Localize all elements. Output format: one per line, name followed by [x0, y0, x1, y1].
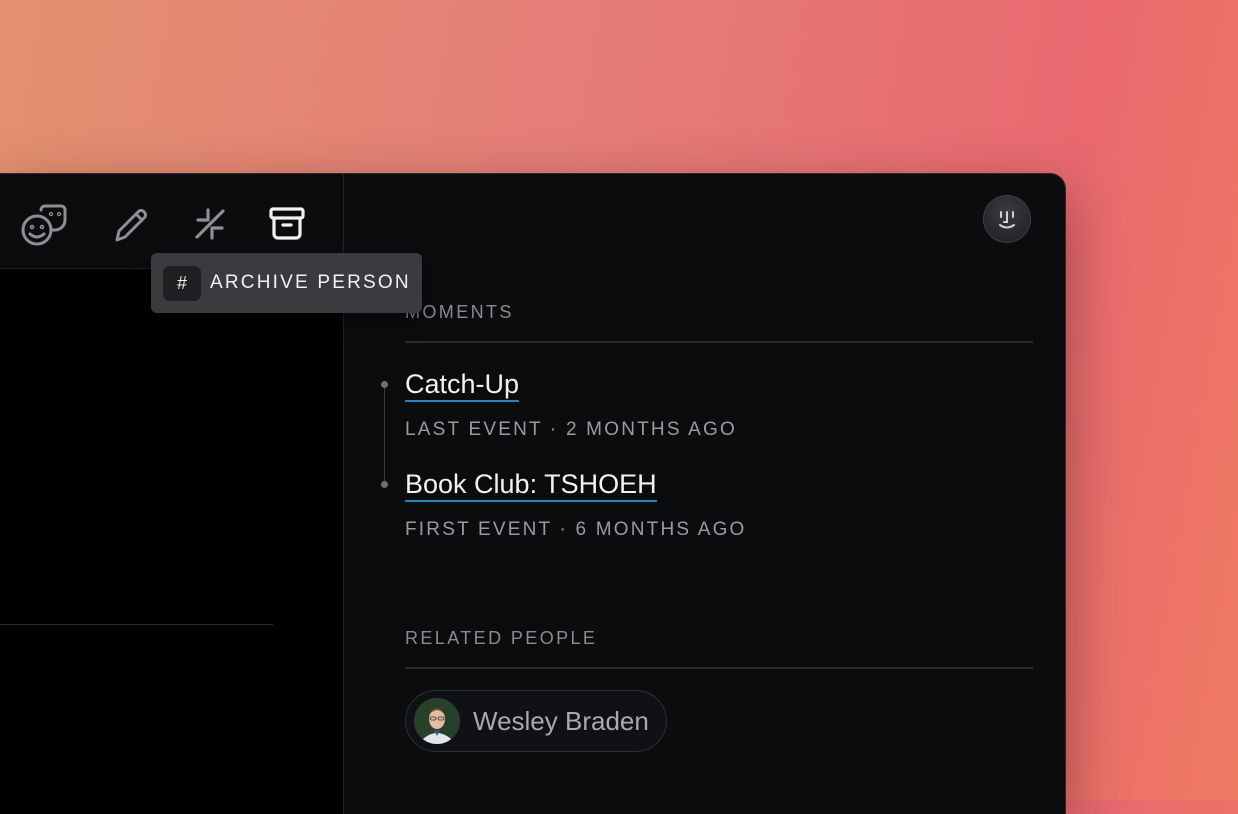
archive-icon[interactable] — [263, 200, 311, 248]
moment-meta: FIRST EVENT · 6 MONTHS AGO — [405, 519, 747, 540]
timeline-dot — [381, 481, 388, 488]
related-people-section-title: RELATED PEOPLE — [405, 628, 598, 648]
related-people-divider — [405, 667, 1033, 669]
timeline-line — [384, 384, 385, 484]
moment-link-book-club[interactable]: Book Club: TSHOEH — [405, 469, 657, 502]
person-chip[interactable]: Wesley Braden — [405, 690, 667, 752]
divider — [0, 624, 273, 625]
keyboard-shortcut-badge: # — [163, 265, 201, 301]
timeline-dot — [381, 381, 388, 388]
moment-meta: LAST EVENT · 2 MONTHS AGO — [405, 419, 737, 440]
right-pane: MOMENTS Catch-Up LAST EVENT · 2 MONTHS A… — [344, 174, 1065, 814]
profile-face-button[interactable] — [983, 195, 1031, 243]
minimize-icon[interactable] — [186, 200, 234, 248]
pencil-icon[interactable] — [107, 200, 155, 248]
avatar — [414, 698, 460, 744]
faces-icon[interactable] — [19, 200, 67, 248]
moments-divider — [405, 341, 1033, 343]
face-icon — [999, 211, 1015, 229]
tooltip-label: ARCHIVE PERSON — [210, 272, 411, 293]
moment-link-catch-up[interactable]: Catch-Up — [405, 369, 520, 402]
person-name: Wesley Braden — [473, 705, 649, 736]
archive-person-tooltip: # ARCHIVE PERSON — [151, 253, 422, 313]
